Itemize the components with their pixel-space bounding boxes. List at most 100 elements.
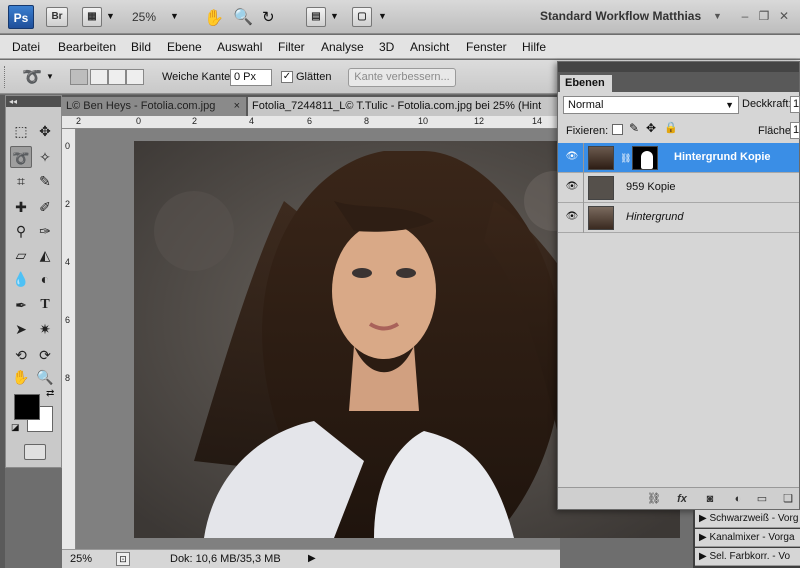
link-layers-icon[interactable]: ⛓ bbox=[646, 491, 662, 507]
menu-bearbeiten[interactable]: Bearbeiten bbox=[58, 40, 116, 54]
crop-icon[interactable]: ⌗ bbox=[10, 170, 32, 192]
layer-row[interactable]: 👁 959 Kopie bbox=[558, 173, 799, 203]
add-selection-button[interactable] bbox=[90, 69, 108, 85]
new-layer-icon[interactable]: ❏ bbox=[780, 491, 796, 507]
status-zoom[interactable]: 25% bbox=[70, 553, 92, 565]
panel-title-bar[interactable] bbox=[558, 62, 799, 72]
menu-filter[interactable]: Filter bbox=[278, 40, 305, 54]
menu-ansicht[interactable]: Ansicht bbox=[410, 40, 449, 54]
pen-icon[interactable]: ✒ bbox=[10, 294, 32, 316]
new-selection-button[interactable] bbox=[70, 69, 88, 85]
menu-hilfe[interactable]: Hilfe bbox=[522, 40, 546, 54]
zoom-icon[interactable]: 🔍 bbox=[34, 366, 56, 388]
lasso-icon[interactable]: ➰ bbox=[10, 146, 32, 168]
brush-icon[interactable]: ✐ bbox=[34, 196, 56, 218]
eye-icon[interactable]: 👁 bbox=[564, 151, 580, 163]
bridge-button[interactable]: Br bbox=[46, 7, 68, 27]
workspace-switcher[interactable]: Standard Workflow Matthias bbox=[540, 9, 701, 23]
blur-icon[interactable]: 💧 bbox=[10, 268, 32, 290]
tab-layers[interactable]: Ebenen bbox=[560, 75, 612, 92]
refine-edge-button[interactable]: Kante verbessern... bbox=[348, 68, 456, 87]
close-icon[interactable]: ✕ bbox=[777, 9, 791, 23]
intersect-selection-button[interactable] bbox=[126, 69, 144, 85]
hand-icon[interactable]: ✋ bbox=[10, 366, 32, 388]
list-item[interactable]: ▶ Sel. Farbkorr. - Vo bbox=[695, 548, 800, 566]
minimize-icon[interactable]: – bbox=[738, 9, 752, 23]
rotate-view-icon[interactable]: ↻ bbox=[262, 8, 275, 26]
chevron-down-icon[interactable]: ▼ bbox=[713, 11, 722, 21]
lock-transparent-icon[interactable] bbox=[612, 124, 623, 135]
restore-icon[interactable]: ❐ bbox=[757, 9, 771, 23]
move-icon[interactable]: ✥ bbox=[34, 120, 56, 142]
ruler-tick: 0 bbox=[65, 141, 71, 151]
swap-colors-icon[interactable]: ⇄ bbox=[46, 388, 54, 399]
arrange-documents-icon[interactable]: ▤ bbox=[306, 7, 326, 27]
grip-handle[interactable] bbox=[4, 66, 7, 88]
collapse-icon[interactable]: ◂◂ bbox=[6, 96, 61, 107]
chevron-down-icon[interactable]: ▼ bbox=[46, 72, 54, 81]
menu-3d[interactable]: 3D bbox=[379, 40, 394, 54]
clone-stamp-icon[interactable]: ⚲ bbox=[10, 220, 32, 242]
group-folder-icon[interactable]: ▭ bbox=[754, 491, 770, 507]
status-info-icon[interactable]: ⊡ bbox=[116, 552, 130, 566]
hand-icon[interactable]: ✋ bbox=[204, 8, 224, 28]
play-icon[interactable]: ▶ bbox=[308, 553, 316, 564]
tab-document-2[interactable]: Fotolia_7244811_L© T.Tulic - Fotolia.com… bbox=[248, 97, 560, 116]
screen-mode-icon[interactable]: ▢ bbox=[352, 7, 372, 27]
foreground-color-swatch[interactable] bbox=[14, 394, 40, 420]
eraser-icon[interactable]: ▱ bbox=[10, 244, 32, 266]
menu-datei[interactable]: Datei bbox=[12, 40, 40, 54]
menu-analyse[interactable]: Analyse bbox=[321, 40, 364, 54]
path-selection-icon[interactable]: ➤ bbox=[10, 318, 32, 340]
menu-bild[interactable]: Bild bbox=[131, 40, 151, 54]
layer-row[interactable]: 👁 Hintergrund bbox=[558, 203, 799, 233]
menu-auswahl[interactable]: Auswahl bbox=[217, 40, 262, 54]
lock-pixels-icon[interactable]: ✎ bbox=[629, 121, 639, 135]
quick-mask-button[interactable] bbox=[24, 444, 46, 460]
chevron-down-icon[interactable]: ▼ bbox=[378, 11, 387, 21]
type-icon[interactable]: T bbox=[34, 294, 56, 316]
blend-mode-select[interactable]: Normal ▼ bbox=[563, 96, 739, 114]
list-item[interactable]: ▶ Kanalmixer - Vorga bbox=[695, 529, 800, 547]
adjustment-layer-icon[interactable]: ◐ bbox=[730, 491, 746, 507]
chevron-down-icon[interactable]: ▼ bbox=[330, 11, 339, 21]
fx-icon[interactable]: fx bbox=[674, 491, 690, 507]
close-icon[interactable]: × bbox=[234, 97, 240, 116]
ruler-tick: 0 bbox=[136, 116, 142, 126]
eyedropper-icon[interactable]: ✎ bbox=[34, 170, 56, 192]
feather-input[interactable]: 0 Px bbox=[230, 69, 272, 86]
chevron-down-icon[interactable]: ▼ bbox=[170, 11, 179, 21]
layer-name: Hintergrund bbox=[626, 211, 684, 223]
eye-icon[interactable]: 👁 bbox=[564, 181, 580, 193]
tab-document-1[interactable]: L© Ben Heys - Fotolia.com.jpg × bbox=[62, 97, 246, 116]
zoom-icon[interactable]: 🔍 bbox=[233, 7, 253, 27]
menu-fenster[interactable]: Fenster bbox=[466, 40, 507, 54]
eye-icon[interactable]: 👁 bbox=[564, 211, 580, 223]
layer-row[interactable]: 👁 ⛓ Hintergrund Kopie bbox=[558, 143, 799, 173]
lock-position-icon[interactable]: ✥ bbox=[646, 121, 656, 135]
healing-brush-icon[interactable]: ✚ bbox=[10, 196, 32, 218]
magic-wand-icon[interactable]: ✧ bbox=[34, 146, 56, 168]
history-brush-icon[interactable]: ✑ bbox=[34, 220, 56, 242]
3d-orbit-icon[interactable]: ⟳ bbox=[34, 344, 56, 366]
default-colors-icon[interactable]: ◪ bbox=[11, 422, 20, 433]
film-strip-icon[interactable]: ▦ bbox=[82, 7, 102, 27]
opacity-field[interactable]: 1 bbox=[790, 96, 800, 113]
subtract-selection-button[interactable] bbox=[108, 69, 126, 85]
custom-shape-icon[interactable]: ✷ bbox=[34, 318, 56, 340]
list-item[interactable]: ▶ Schwarzweiß - Vorg bbox=[695, 510, 800, 528]
lasso-icon[interactable]: ➰ bbox=[22, 67, 42, 87]
smooth-checkbox[interactable]: ✓ bbox=[281, 71, 293, 83]
marquee-icon[interactable]: ⬚ bbox=[10, 120, 32, 142]
lock-all-icon[interactable]: 🔒 bbox=[664, 121, 678, 134]
3d-rotate-icon[interactable]: ⟲ bbox=[10, 344, 32, 366]
paint-bucket-icon[interactable]: ◭ bbox=[34, 244, 56, 266]
ruler-tick: 6 bbox=[307, 116, 313, 126]
fill-field[interactable]: 1 bbox=[790, 122, 800, 139]
menu-ebene[interactable]: Ebene bbox=[167, 40, 202, 54]
layer-mask-thumbnail[interactable] bbox=[632, 146, 658, 170]
chevron-down-icon[interactable]: ▼ bbox=[106, 11, 115, 21]
add-mask-icon[interactable]: ◙ bbox=[702, 491, 718, 507]
dodge-icon[interactable]: ◐ bbox=[34, 268, 56, 290]
link-icon[interactable]: ⛓ bbox=[620, 153, 631, 164]
